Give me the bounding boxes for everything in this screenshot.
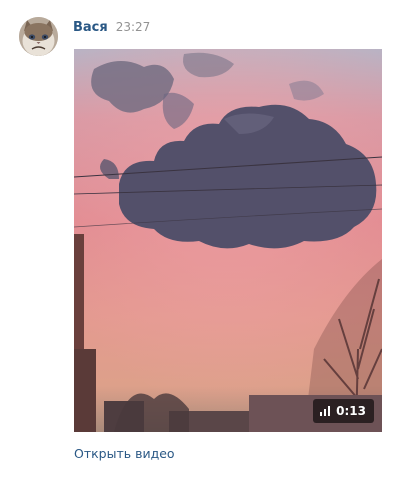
grumpy-cat-avatar-icon [19,17,58,56]
video-preview-image [74,49,382,432]
video-duration: 0:13 [336,404,366,418]
avatar[interactable] [19,17,58,56]
author-name[interactable]: Вася [73,20,108,35]
video-duration-badge: 0:13 [313,399,374,423]
open-video-link[interactable]: Открыть видео [74,446,175,461]
message-item: Вася 23:27 0:13 Открыть видео [0,0,407,481]
message-time[interactable]: 23:27 [116,20,151,34]
message-header: Вася 23:27 [73,20,150,38]
bars-icon [320,406,331,416]
video-thumbnail[interactable]: 0:13 [74,49,382,432]
